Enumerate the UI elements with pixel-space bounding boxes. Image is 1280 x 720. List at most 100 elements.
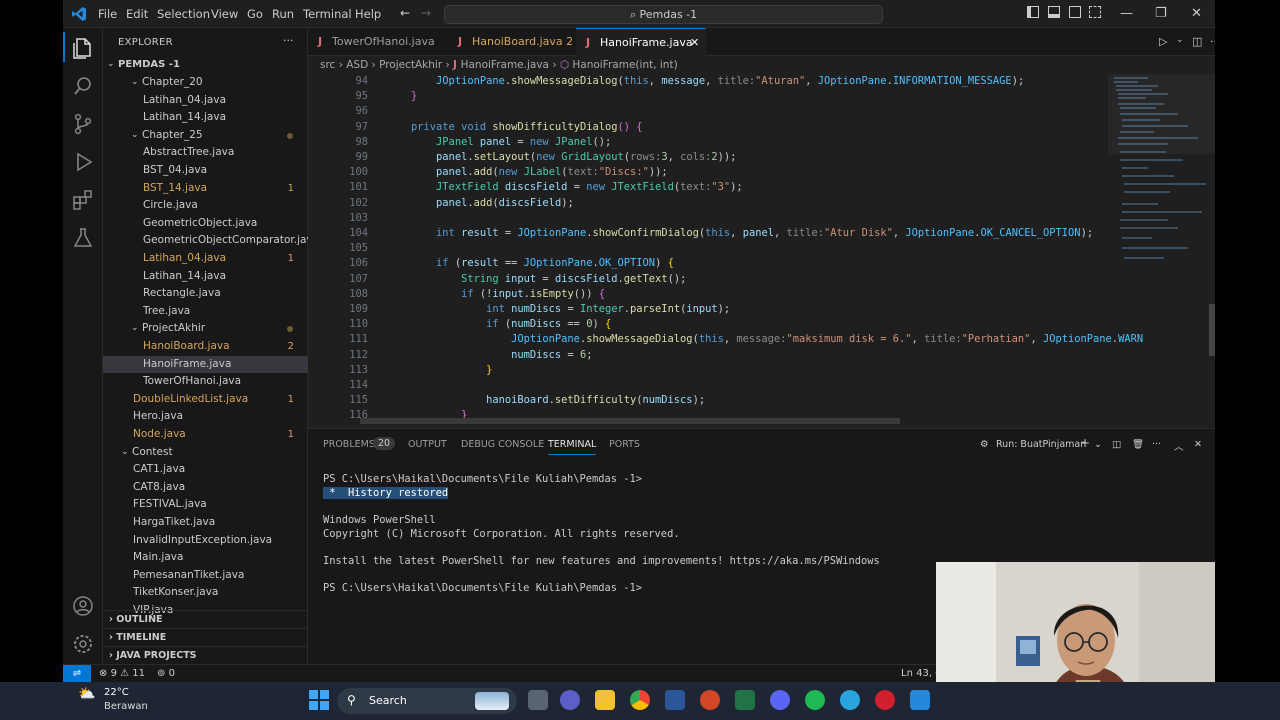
tab-hanoi-frame[interactable]: J HanoiFrame.java ✕ <box>576 28 706 56</box>
file-item[interactable]: HargaTiket.java <box>103 514 308 532</box>
file-item[interactable]: AbstractTree.java <box>103 144 308 162</box>
run-play-icon[interactable]: ▷ <box>1159 35 1167 48</box>
excel-icon[interactable] <box>735 690 755 710</box>
maximize-icon[interactable]: ❐ <box>1155 6 1167 21</box>
trash-icon[interactable]: 🗑 <box>1132 439 1144 450</box>
breadcrumb-file[interactable]: HanoiFrame.java <box>461 59 549 71</box>
file-item[interactable]: HanoiFrame.java <box>103 355 308 374</box>
file-item[interactable]: Node.java 1 <box>103 426 308 444</box>
breadcrumb-asd[interactable]: ASD <box>346 59 368 71</box>
explorer-files-icon[interactable] <box>71 36 95 60</box>
windows-start-icon[interactable] <box>309 690 329 710</box>
powerpoint-icon[interactable] <box>700 690 720 710</box>
menu-terminal[interactable]: Terminal <box>303 7 352 21</box>
maximize-panel-icon[interactable]: ︿ <box>1174 439 1184 453</box>
tab-ports[interactable]: PORTS <box>609 439 640 450</box>
command-center-search[interactable]: ⌕ Pemdas -1 <box>444 5 883 24</box>
back-arrow-icon[interactable]: ← <box>400 6 410 20</box>
new-terminal-plus-icon[interactable]: + <box>1080 436 1090 450</box>
teams-icon[interactable] <box>560 690 580 710</box>
opera-icon[interactable] <box>875 690 895 710</box>
file-item[interactable]: Latihan_04.java <box>103 92 308 110</box>
vscode-taskbar-icon[interactable] <box>910 690 930 710</box>
outline-section[interactable]: › OUTLINE <box>103 610 308 628</box>
file-item[interactable]: InvalidInputException.java <box>103 532 308 550</box>
minimap[interactable] <box>1108 74 1215 424</box>
folder-item[interactable]: ⌄ Chapter_20 <box>103 74 308 92</box>
file-item[interactable]: TowerOfHanoi.java <box>103 373 308 391</box>
taskbar-search-box[interactable]: ⚲ Search <box>337 688 517 714</box>
settings-gear-icon[interactable] <box>71 632 95 656</box>
toggle-sidebar-icon[interactable] <box>1027 6 1039 18</box>
menu-help[interactable]: Help <box>355 7 381 21</box>
file-item[interactable]: Main.java <box>103 549 308 567</box>
tab-hanoi-board[interactable]: J HanoiBoard.java 2 <box>448 28 576 56</box>
file-item[interactable]: GeometricObject.java <box>103 215 308 233</box>
remote-indicator-icon[interactable]: ⇌ <box>63 665 91 682</box>
file-item[interactable]: Latihan_14.java <box>103 268 308 286</box>
terminal-gear-icon[interactable]: ⚙ <box>980 439 989 450</box>
file-item[interactable]: Latihan_14.java <box>103 109 308 127</box>
file-item[interactable]: Rectangle.java <box>103 285 308 303</box>
breadcrumb-src[interactable]: src <box>320 59 335 71</box>
close-tab-icon[interactable]: ✕ <box>690 29 699 57</box>
more-actions-icon[interactable]: ··· <box>1152 439 1161 450</box>
account-icon[interactable] <box>71 594 95 618</box>
tab-output[interactable]: OUTPUT <box>408 439 447 450</box>
telegram-icon[interactable] <box>840 690 860 710</box>
word-icon[interactable] <box>665 690 685 710</box>
chevron-down-icon[interactable]: ⌄ <box>1094 439 1102 450</box>
menu-selection[interactable]: Selection <box>157 7 210 21</box>
split-terminal-icon[interactable]: ◫ <box>1112 439 1121 450</box>
tab-terminal[interactable]: TERMINAL <box>548 439 597 455</box>
file-item[interactable]: HanoiBoard.java 2 <box>103 338 308 356</box>
vertical-scrollbar[interactable] <box>1209 304 1215 356</box>
run-debug-icon[interactable] <box>71 150 95 174</box>
file-item[interactable]: FESTIVAL.java <box>103 496 308 514</box>
source-control-icon[interactable] <box>71 112 95 136</box>
file-item[interactable]: Circle.java <box>103 197 308 215</box>
spotify-icon[interactable] <box>805 690 825 710</box>
tab-tower-of-hanoi[interactable]: J TowerOfHanoi.java <box>308 28 448 56</box>
ports-status[interactable]: ⊚ 0 <box>157 665 175 682</box>
file-item[interactable]: BST_04.java <box>103 162 308 180</box>
search-icon[interactable] <box>71 74 95 98</box>
file-item[interactable]: CAT1.java <box>103 461 308 479</box>
minimize-icon[interactable]: — <box>1120 6 1133 21</box>
toggle-secondary-sidebar-icon[interactable] <box>1069 6 1081 18</box>
file-item[interactable]: PemesananTiket.java <box>103 567 308 585</box>
close-icon[interactable]: ✕ <box>1191 6 1202 21</box>
testing-flask-icon[interactable] <box>71 226 95 250</box>
menu-edit[interactable]: Edit <box>126 7 148 21</box>
weather-condition[interactable]: Berawan <box>104 701 148 712</box>
more-actions-icon[interactable]: ··· <box>283 34 294 47</box>
java-projects-section[interactable]: › JAVA PROJECTS <box>103 646 308 664</box>
breadcrumb-projectakhir[interactable]: ProjectAkhir <box>379 59 442 71</box>
file-explorer-icon[interactable] <box>595 690 615 710</box>
file-item[interactable]: BST_14.java 1 <box>103 180 308 198</box>
file-item[interactable]: Hero.java <box>103 408 308 426</box>
menu-view[interactable]: View <box>211 7 238 21</box>
terminal-prompt-line[interactable]: PS C:\Users\Haikal\Documents\File Kuliah… <box>323 582 642 594</box>
folder-item[interactable]: ⌄ Contest <box>103 444 308 462</box>
task-view-icon[interactable] <box>528 690 548 710</box>
breadcrumb-method[interactable]: HanoiFrame(int, int) <box>572 59 677 71</box>
toggle-panel-icon[interactable] <box>1048 6 1060 18</box>
run-terminal-label[interactable]: Run: BuatPinjaman <box>996 439 1086 450</box>
file-item[interactable]: TiketKonser.java <box>103 584 308 602</box>
file-item[interactable]: DoubleLinkedList.java 1 <box>103 391 308 409</box>
close-panel-icon[interactable]: ✕ <box>1194 439 1202 450</box>
timeline-section[interactable]: › TIMELINE <box>103 628 308 646</box>
tab-debug-console[interactable]: DEBUG CONSOLE <box>461 439 544 450</box>
tab-problems[interactable]: PROBLEMS <box>323 439 375 450</box>
menu-go[interactable]: Go <box>247 7 263 21</box>
more-actions-icon[interactable]: ··· <box>1210 35 1215 48</box>
forward-arrow-icon[interactable]: → <box>421 6 431 20</box>
folder-item[interactable]: ⌄ Chapter_25 <box>103 127 308 145</box>
discord-icon[interactable] <box>770 690 790 710</box>
chrome-icon[interactable] <box>630 690 650 710</box>
file-item[interactable]: CAT8.java <box>103 479 308 497</box>
menu-file[interactable]: File <box>98 7 117 21</box>
weather-temp[interactable]: 22°C <box>104 687 129 698</box>
folder-item[interactable]: ⌄ ProjectAkhir <box>103 320 308 338</box>
